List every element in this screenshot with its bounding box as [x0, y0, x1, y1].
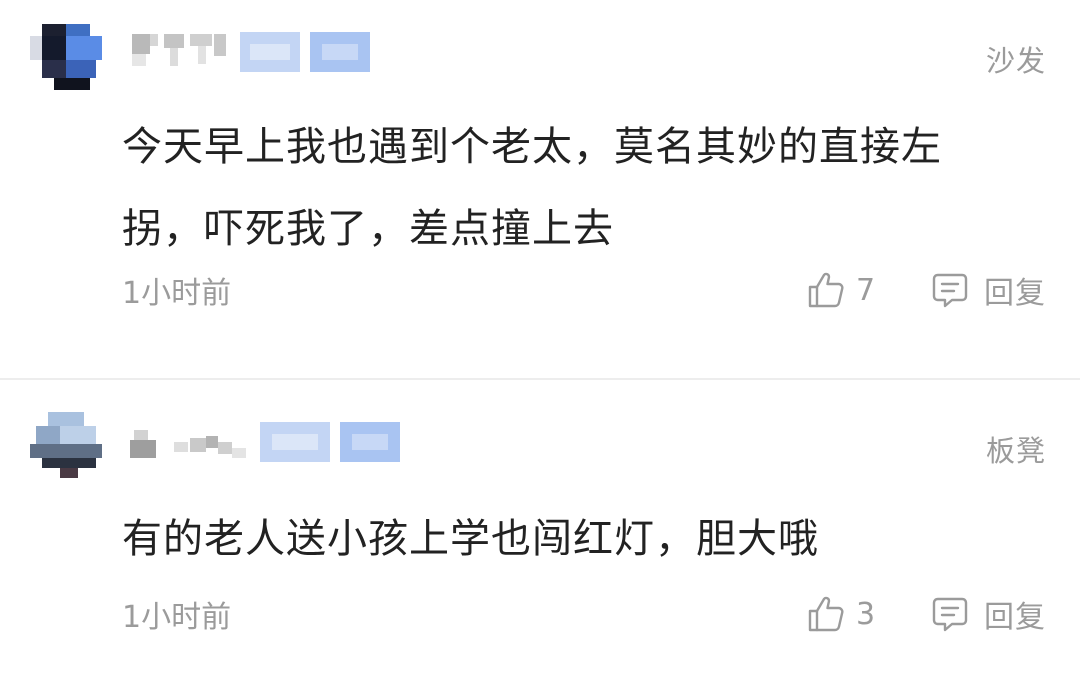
reply-button[interactable]: 回复 [930, 268, 1046, 312]
username-blurred[interactable] [128, 422, 252, 462]
reply-label: 回复 [984, 276, 1046, 311]
like-button[interactable]: 7 [806, 270, 878, 310]
vip-badge [340, 422, 400, 462]
level-badge [260, 422, 330, 462]
vip-badge [310, 32, 370, 72]
chat-bubble-icon [932, 597, 968, 632]
comment-time: 1小时前 [122, 276, 232, 311]
floor-label: 沙发 [985, 44, 1046, 78]
floor-label: 板凳 [985, 434, 1046, 468]
like-count: 7 [856, 272, 876, 308]
avatar[interactable] [30, 408, 102, 480]
chat-bubble-icon [932, 273, 968, 308]
comment-list: 沙发 今天早上我也遇到个老太，莫名其妙的直接左拐，吓死我了，差点撞上去 1小时前… [0, 0, 1080, 693]
thumbs-up-icon [808, 596, 844, 632]
comment-time: 1小时前 [122, 600, 232, 635]
level-badge [240, 32, 300, 72]
comment-item: 板凳 有的老人送小孩上学也闯红灯，胆大哦 1小时前 3 回复 [0, 380, 1080, 693]
like-count: 3 [856, 596, 876, 632]
comment-item: 沙发 今天早上我也遇到个老太，莫名其妙的直接左拐，吓死我了，差点撞上去 1小时前… [0, 0, 1080, 378]
username-blurred[interactable] [128, 32, 232, 72]
comment-actions: 3 回复 [806, 592, 1046, 636]
comment-actions: 7 回复 [806, 268, 1046, 312]
comment-text: 今天早上我也遇到个老太，莫名其妙的直接左拐，吓死我了，差点撞上去 [122, 124, 942, 252]
comment-text: 有的老人送小孩上学也闯红灯，胆大哦 [122, 516, 819, 562]
avatar[interactable] [30, 18, 102, 90]
like-button[interactable]: 3 [806, 594, 878, 634]
reply-label: 回复 [984, 600, 1046, 635]
reply-button[interactable]: 回复 [930, 592, 1046, 636]
thumbs-up-icon [808, 272, 844, 308]
